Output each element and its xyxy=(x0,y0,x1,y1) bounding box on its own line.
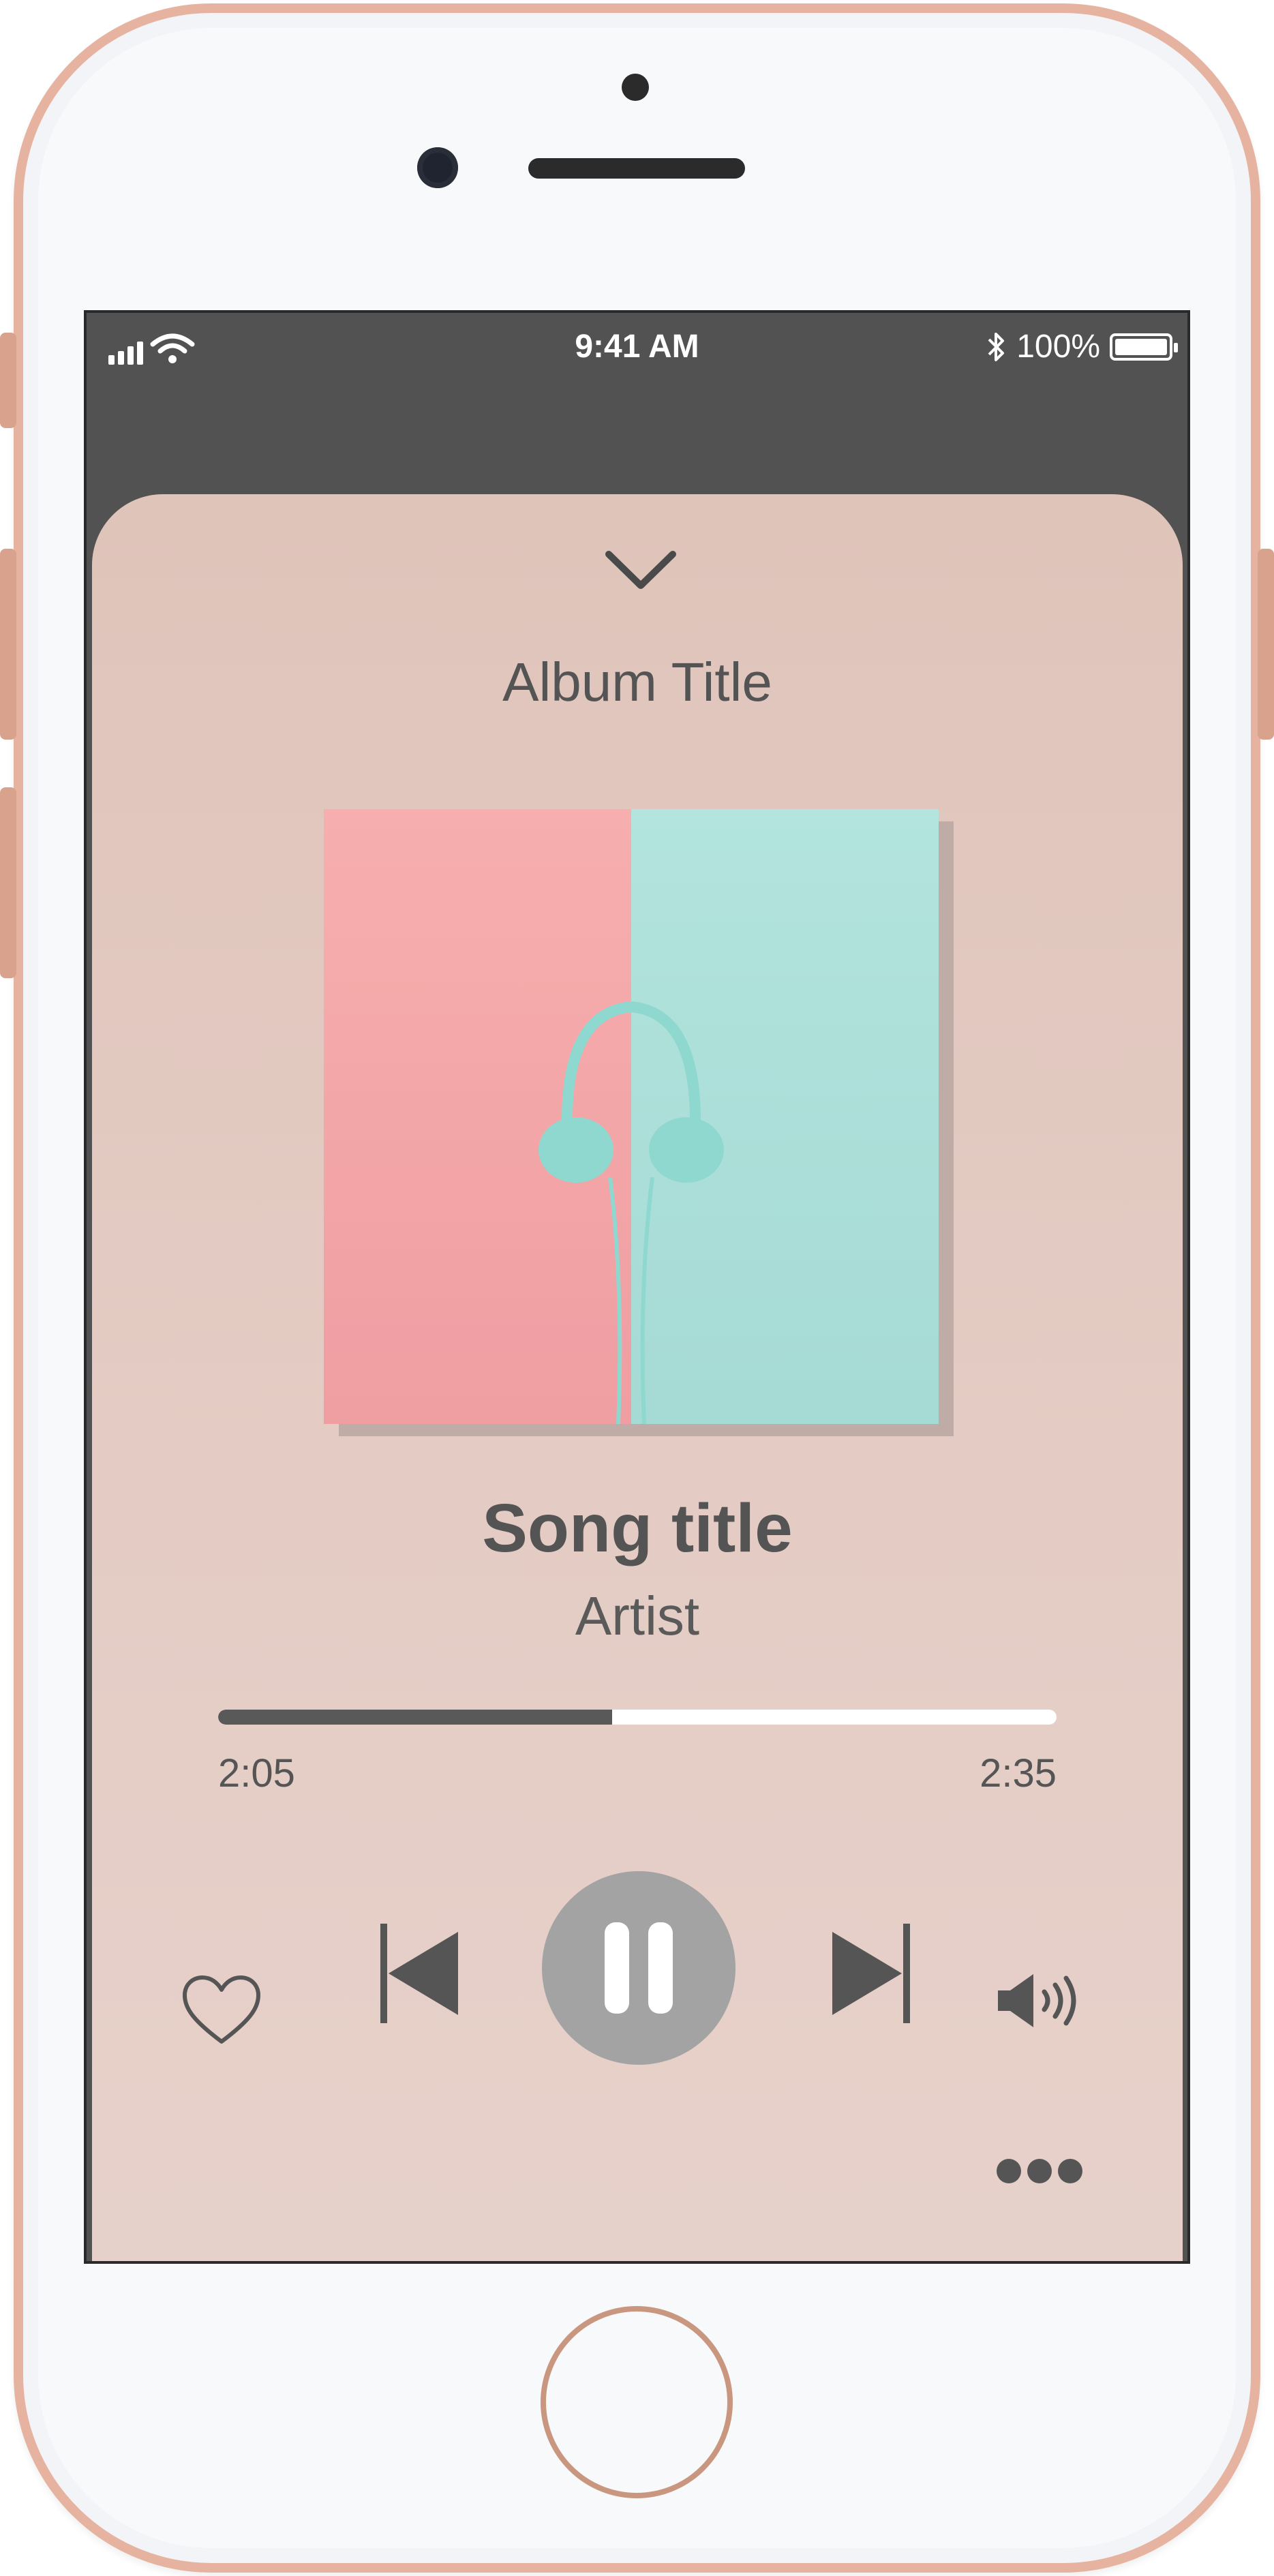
heart-icon xyxy=(183,1975,260,2044)
previous-button[interactable] xyxy=(365,1919,474,2028)
progress-bar[interactable] xyxy=(218,1710,1057,1725)
status-right: 100% xyxy=(986,328,1178,365)
power-button xyxy=(1258,549,1274,740)
front-camera xyxy=(417,147,458,188)
battery-icon xyxy=(1110,333,1178,361)
elapsed-time: 2:05 xyxy=(218,1751,295,1795)
bluetooth-icon xyxy=(988,332,1005,361)
progress-played xyxy=(218,1710,613,1725)
song-title: Song title xyxy=(482,1490,793,1566)
play-pause-button[interactable] xyxy=(542,1871,735,2065)
pause-icon xyxy=(605,1922,673,2014)
favorite-button[interactable] xyxy=(174,1963,269,2059)
chevron-down-icon[interactable] xyxy=(603,549,678,592)
album-art xyxy=(324,809,939,1424)
artist-name: Artist xyxy=(575,1586,700,1646)
more-icon xyxy=(997,2159,1082,2183)
ring-switch xyxy=(0,333,16,428)
phone-screen: 9:41 AM 100% Album Title Song title Arti… xyxy=(84,310,1190,2264)
status-bar: 9:41 AM 100% xyxy=(87,313,1187,384)
volume-up-button xyxy=(0,549,16,740)
volume-icon xyxy=(998,1974,1076,2027)
earpiece-speaker xyxy=(528,158,745,179)
previous-icon xyxy=(380,1924,458,2023)
proximity-sensor xyxy=(622,74,649,101)
volume-down-button xyxy=(0,787,16,978)
now-playing-sheet: Album Title Song title Artist 2:05 2:35 xyxy=(92,494,1183,2261)
next-button[interactable] xyxy=(817,1919,926,2028)
next-icon xyxy=(832,1924,910,2023)
volume-button[interactable] xyxy=(992,1963,1094,2038)
more-options-button[interactable] xyxy=(992,2151,1087,2192)
total-time: 2:35 xyxy=(980,1751,1057,1795)
battery-percent: 100% xyxy=(1016,329,1100,365)
album-title: Album Title xyxy=(502,652,772,712)
home-button[interactable] xyxy=(541,2306,733,2498)
